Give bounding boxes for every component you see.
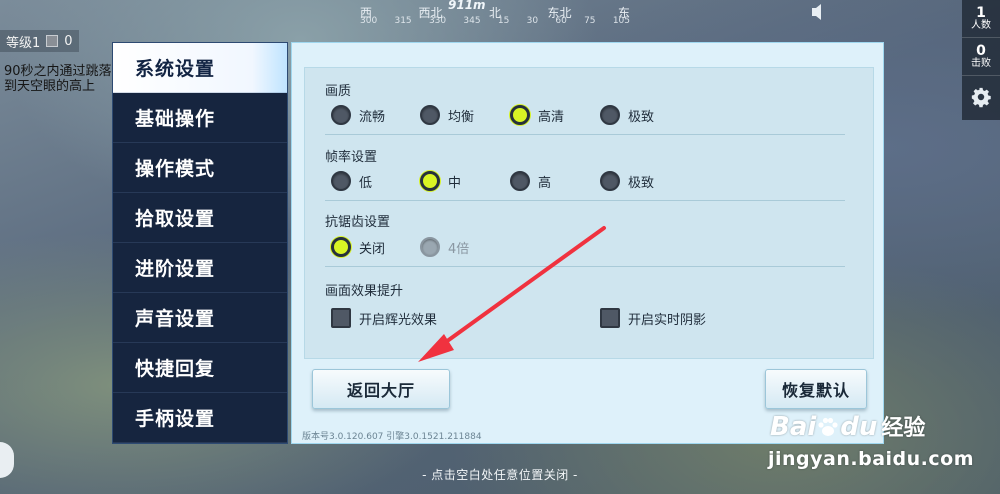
return-lobby-button[interactable]: 返回大厅 <box>312 369 450 409</box>
sidebar-item-quick-reply[interactable]: 快捷回复 <box>113 343 287 393</box>
option-label: 极致 <box>628 175 655 191</box>
quality-option-hd[interactable]: 高清 <box>510 105 564 125</box>
radio-button[interactable] <box>600 105 620 125</box>
radio-button[interactable] <box>420 105 440 125</box>
quality-title: 画质 <box>325 84 352 99</box>
jump-notice: 90秒之内通过跳落到天空眼的高上 <box>4 64 112 94</box>
compass-number: 315 <box>394 16 412 26</box>
compass-number: 345 <box>463 16 481 26</box>
system-settings-panel: 画质 流畅 均衡 高清 极致 帧率设置 低 中 高 极致 抗锯齿设置 关闭 4倍… <box>291 42 884 444</box>
option-label: 中 <box>448 175 462 191</box>
quality-option-smooth[interactable]: 流畅 <box>331 105 385 125</box>
framerate-option-ultra[interactable]: 极致 <box>600 171 654 191</box>
framerate-option-high[interactable]: 高 <box>510 171 551 191</box>
antialias-title: 抗锯齿设置 <box>325 215 391 230</box>
option-label: 高清 <box>538 109 565 125</box>
quality-option-balanced[interactable]: 均衡 <box>420 105 474 125</box>
radio-button-disabled <box>420 237 440 257</box>
option-label: 流畅 <box>359 109 386 125</box>
option-label: 开启辉光效果 <box>359 312 438 328</box>
match-stats-panel: 1 人数 0 击败 <box>962 0 1000 120</box>
sidebar-item-advanced[interactable]: 进阶设置 <box>113 243 287 293</box>
compass-number: 15 <box>497 16 510 26</box>
paw-icon <box>818 417 838 436</box>
kills-count: 0 <box>976 42 986 59</box>
players-counter: 1 人数 <box>962 0 1000 38</box>
settings-gear-button[interactable] <box>962 76 1000 118</box>
radio-button[interactable] <box>331 171 351 191</box>
effects-title: 画面效果提升 <box>325 284 404 299</box>
option-label: 极致 <box>628 109 655 125</box>
radio-button[interactable] <box>510 171 530 191</box>
sidebar-item-control-mode[interactable]: 操作模式 <box>113 143 287 193</box>
quality-option-ultra[interactable]: 极致 <box>600 105 654 125</box>
gear-icon <box>971 87 991 108</box>
framerate-option-medium[interactable]: 中 <box>420 171 461 191</box>
framerate-option-low[interactable]: 低 <box>331 171 372 191</box>
players-label: 人数 <box>971 19 991 31</box>
kills-label: 击败 <box>971 57 991 69</box>
baidu-jingyan-logo: Bai du 经验 <box>770 412 926 442</box>
cube-icon <box>46 35 59 47</box>
settings-options-area: 画质 流畅 均衡 高清 极致 帧率设置 低 中 高 极致 抗锯齿设置 关闭 4倍… <box>304 67 874 359</box>
section-divider <box>325 134 845 135</box>
compass-bar: 911m 西 西北 北 东北 东 300 315 330 345 15 30 6… <box>360 0 630 30</box>
sidebar-item-pickup[interactable]: 拾取设置 <box>113 193 287 243</box>
compass-number: 105 <box>612 16 630 26</box>
checkbox[interactable] <box>600 308 620 328</box>
option-label: 均衡 <box>448 109 475 125</box>
settings-sidebar: 系统设置 基础操作 操作模式 拾取设置 进阶设置 声音设置 快捷回复 手柄设置 <box>112 42 288 444</box>
restore-default-button[interactable]: 恢复默认 <box>765 369 867 409</box>
compass-number: 75 <box>584 16 596 26</box>
realtime-shadow-checkbox[interactable]: 开启实时阴影 <box>600 308 706 328</box>
option-label: 高 <box>538 175 552 191</box>
level-indicator: 等级1 0 <box>0 30 79 52</box>
watermark-url: jingyan.baidu.com <box>768 448 974 470</box>
antialias-option-off[interactable]: 关闭 <box>331 237 385 257</box>
framerate-title: 帧率设置 <box>325 150 378 165</box>
radio-button-selected[interactable] <box>420 171 440 191</box>
option-label: 开启实时阴影 <box>628 312 707 328</box>
compass-number: 60 <box>555 16 567 26</box>
compass-number: 30 <box>526 16 539 26</box>
players-count: 1 <box>976 4 986 21</box>
option-label: 关闭 <box>359 241 386 257</box>
radio-button[interactable] <box>331 105 351 125</box>
sidebar-item-gamepad[interactable]: 手柄设置 <box>113 393 287 443</box>
speaker-icon[interactable] <box>806 0 832 24</box>
bloom-effect-checkbox[interactable]: 开启辉光效果 <box>331 308 437 328</box>
radio-button-selected[interactable] <box>510 105 530 125</box>
sidebar-item-basic-controls[interactable]: 基础操作 <box>113 93 287 143</box>
radio-button-selected[interactable] <box>331 237 351 257</box>
compass-number: 330 <box>428 16 447 26</box>
section-divider <box>325 266 845 267</box>
kills-counter: 0 击败 <box>962 38 1000 76</box>
antialias-option-4x: 4倍 <box>420 237 469 257</box>
compass-number: 300 <box>360 16 378 26</box>
option-label: 低 <box>359 175 373 191</box>
sidebar-item-sound[interactable]: 声音设置 <box>113 293 287 343</box>
section-divider <box>325 200 845 201</box>
level-value: 0 <box>64 33 73 49</box>
checkbox[interactable] <box>331 308 351 328</box>
version-info: 版本号3.0.120.607 引擎3.0.1521.211884 <box>302 432 482 442</box>
level-label: 等级1 <box>6 35 41 51</box>
option-label: 4倍 <box>448 241 470 257</box>
sidebar-item-system[interactable]: 系统设置 <box>113 43 287 93</box>
radio-button[interactable] <box>600 171 620 191</box>
